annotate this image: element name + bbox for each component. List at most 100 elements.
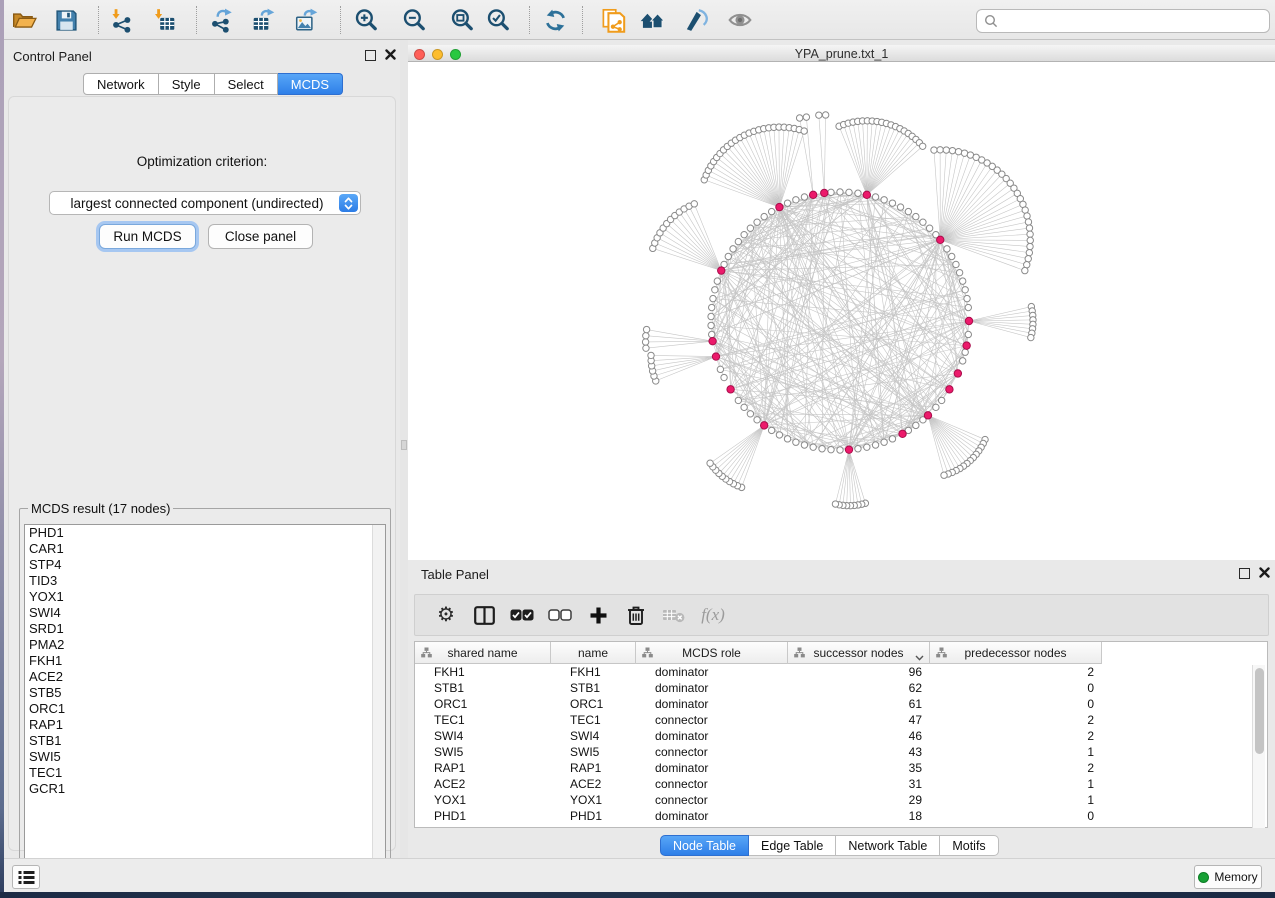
network-from-file-button[interactable]: [596, 3, 630, 37]
tab-edge-table[interactable]: Edge Table: [749, 835, 836, 856]
mcds-result-item[interactable]: STP4: [25, 557, 385, 573]
show-panels-button[interactable]: [635, 3, 669, 37]
tab-mcds[interactable]: MCDS: [278, 73, 343, 95]
table-row[interactable]: YOX1YOX1connector291: [415, 792, 1267, 808]
toggle-visibility-button[interactable]: [723, 3, 757, 37]
mcds-result-item[interactable]: YOX1: [25, 589, 385, 605]
table-row[interactable]: SWI5SWI5connector431: [415, 744, 1267, 760]
zoom-out-button[interactable]: [397, 3, 431, 37]
float-table-panel-button[interactable]: [1239, 568, 1250, 579]
add-row-button[interactable]: [580, 595, 616, 635]
mcds-result-item[interactable]: ORC1: [25, 701, 385, 717]
table-row[interactable]: SWI4SWI4dominator462: [415, 728, 1267, 744]
mcds-result-list[interactable]: PHD1CAR1STP4TID3YOX1SWI4SRD1PMA2FKH1ACE2…: [24, 524, 386, 870]
mcds-result-item[interactable]: STB1: [25, 733, 385, 749]
memory-button[interactable]: Memory: [1194, 865, 1262, 889]
close-mcds-panel-button[interactable]: Close panel: [208, 224, 313, 249]
mcds-result-item[interactable]: SWI4: [25, 605, 385, 621]
column-header-successor-nodes[interactable]: successor nodes: [788, 642, 930, 664]
open-session-button[interactable]: [7, 3, 41, 37]
mcds-result-item[interactable]: RAP1: [25, 717, 385, 733]
network-window-titlebar[interactable]: YPA_prune.txt_1: [408, 45, 1275, 62]
table-cell: SWI5: [551, 744, 636, 760]
tab-node-table[interactable]: Node Table: [660, 835, 749, 856]
table-scrollbar[interactable]: [1252, 665, 1265, 828]
zoom-in-button[interactable]: [349, 3, 383, 37]
mcds-result-item[interactable]: PMA2: [25, 637, 385, 653]
clear-table-button[interactable]: [655, 595, 691, 635]
tab-style[interactable]: Style: [159, 73, 215, 95]
save-session-button[interactable]: [49, 3, 83, 37]
status-bar: Memory: [4, 858, 1275, 892]
task-history-button[interactable]: [12, 865, 40, 889]
panel-splitter[interactable]: [400, 40, 408, 858]
main-toolbar: [4, 0, 1275, 40]
table-cell: 61: [788, 696, 930, 712]
table-cell: 2: [930, 760, 1102, 776]
table-body: FKH1FKH1dominator962STB1STB1dominator620…: [415, 664, 1267, 824]
export-table-button[interactable]: [247, 3, 281, 37]
table-row[interactable]: PHD1PHD1dominator180: [415, 808, 1267, 824]
tab-network-table[interactable]: Network Table: [836, 835, 940, 856]
function-builder-button[interactable]: f(x): [695, 595, 731, 635]
mcds-result-item[interactable]: TEC1: [25, 765, 385, 781]
close-panel-button[interactable]: [383, 48, 397, 62]
table-cell: YOX1: [415, 792, 551, 808]
mcds-result-item[interactable]: GCR1: [25, 781, 385, 797]
table-scrollbar-thumb[interactable]: [1255, 668, 1264, 754]
run-mcds-button[interactable]: Run MCDS: [99, 224, 196, 249]
export-network-button[interactable]: [205, 3, 239, 37]
column-header-predecessor-nodes[interactable]: predecessor nodes: [930, 642, 1102, 664]
table-row[interactable]: RAP1RAP1dominator352: [415, 760, 1267, 776]
zoom-fit-button[interactable]: [445, 3, 479, 37]
table-cell: 35: [788, 760, 930, 776]
mcds-result-item[interactable]: CAR1: [25, 541, 385, 557]
show-columns-button[interactable]: [466, 595, 502, 635]
toolbar-separator: [196, 6, 197, 34]
mcds-result-item[interactable]: STB5: [25, 685, 385, 701]
column-header-MCDS-role[interactable]: MCDS role: [636, 642, 788, 664]
close-table-panel-button[interactable]: [1257, 566, 1271, 580]
table-cell: PHD1: [551, 808, 636, 824]
table-row[interactable]: ORC1ORC1dominator610: [415, 696, 1267, 712]
tab-motifs[interactable]: Motifs: [940, 835, 998, 856]
table-row[interactable]: ACE2ACE2connector311: [415, 776, 1267, 792]
criterion-select[interactable]: largest connected component (undirected): [49, 191, 361, 215]
float-panel-button[interactable]: [365, 50, 376, 61]
search-icon: [984, 14, 998, 28]
table-row[interactable]: FKH1FKH1dominator962: [415, 664, 1267, 680]
network-canvas[interactable]: [408, 62, 1275, 560]
tab-select[interactable]: Select: [215, 73, 278, 95]
splitter-grip[interactable]: [401, 440, 407, 450]
close-icon: [385, 49, 396, 60]
annotations-button[interactable]: [678, 3, 712, 37]
refresh-network-button[interactable]: [538, 3, 572, 37]
table-row[interactable]: TEC1TEC1connector472: [415, 712, 1267, 728]
export-image-button[interactable]: [290, 3, 324, 37]
table-panel-title: Table Panel: [421, 567, 489, 582]
table-cell: ACE2: [551, 776, 636, 792]
table-options-button[interactable]: ⚙: [428, 595, 464, 635]
mcds-result-item[interactable]: SWI5: [25, 749, 385, 765]
import-network-button[interactable]: [105, 3, 139, 37]
select-all-button[interactable]: [504, 595, 540, 635]
zoom-selected-button[interactable]: [481, 3, 515, 37]
column-header-shared-name[interactable]: shared name: [415, 642, 551, 664]
column-header-name[interactable]: name: [551, 642, 636, 664]
mcds-result-item[interactable]: PHD1: [25, 525, 385, 541]
mcds-result-item[interactable]: TID3: [25, 573, 385, 589]
toolbar-separator: [98, 6, 99, 34]
tab-network[interactable]: Network: [83, 73, 159, 95]
mcds-result-item[interactable]: ACE2: [25, 669, 385, 685]
search-input[interactable]: [1003, 11, 1269, 31]
delete-rows-button[interactable]: [618, 595, 654, 635]
import-table-button[interactable]: [147, 3, 181, 37]
select-stepper-icon: [339, 194, 358, 212]
table-row[interactable]: STB1STB1dominator620: [415, 680, 1267, 696]
deselect-all-button[interactable]: [542, 595, 578, 635]
mcds-result-item[interactable]: FKH1: [25, 653, 385, 669]
table-cell: 18: [788, 808, 930, 824]
mcds-result-item[interactable]: SRD1: [25, 621, 385, 637]
mcds-list-scrollbar[interactable]: [372, 525, 385, 869]
table-cell: FKH1: [415, 664, 551, 680]
